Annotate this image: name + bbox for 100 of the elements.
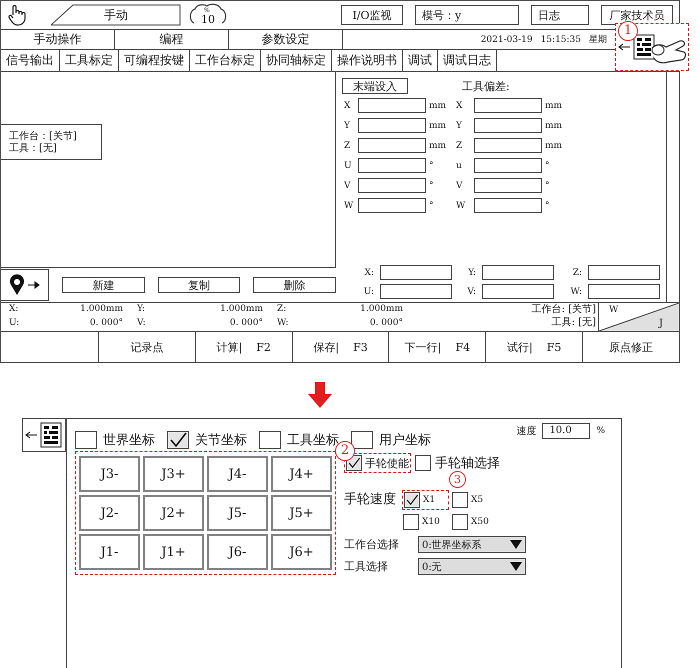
time-text: 15:15:35	[540, 34, 581, 44]
input-field[interactable]	[482, 265, 554, 280]
jog-button[interactable]: J2-	[79, 495, 140, 531]
jog-button[interactable]: J4-	[207, 456, 268, 492]
axis-label: U:	[9, 317, 20, 330]
unit-label: %	[596, 426, 605, 436]
checkbox[interactable]	[167, 431, 189, 449]
input-field[interactable]	[474, 118, 542, 133]
axis-label: V	[456, 180, 464, 190]
position-value: 1.000mm	[219, 303, 263, 316]
header-button[interactable]: I/O监视	[341, 5, 403, 25]
input-field[interactable]	[474, 98, 542, 113]
input-field[interactable]	[474, 178, 542, 193]
checkbox-label: 世界坐标	[103, 432, 155, 449]
input-field[interactable]	[358, 198, 426, 213]
checkbox-label: X1	[423, 495, 436, 505]
down-arrow-icon	[308, 382, 332, 408]
input-field[interactable]	[358, 178, 426, 193]
pin-arrow-icon	[8, 274, 42, 296]
axis-label: W	[456, 200, 466, 210]
input-field[interactable]	[474, 158, 542, 173]
checkbox-label: X5	[471, 495, 484, 505]
weekday-text: 星期	[589, 34, 607, 46]
input-field[interactable]	[588, 265, 660, 280]
callout-number: 3	[449, 471, 466, 488]
point-button[interactable]: 新建	[62, 276, 145, 292]
checkbox[interactable]	[75, 431, 97, 449]
input-field[interactable]	[380, 265, 452, 280]
unit-label: mm	[544, 100, 564, 110]
jog-button[interactable]: J3-	[79, 456, 140, 492]
input-field[interactable]	[474, 138, 542, 153]
position-value: 0. 000°	[88, 317, 123, 330]
input-field[interactable]	[482, 284, 554, 299]
axis-label: V:	[466, 286, 476, 296]
input-field[interactable]	[358, 118, 426, 133]
checkbox-label: 手轮轴选择	[435, 455, 500, 472]
input-field[interactable]	[358, 138, 426, 153]
axis-label: Z:	[572, 268, 582, 278]
date-text: 2021-03-19	[480, 34, 533, 44]
unit-label: mm	[428, 120, 448, 130]
input-field[interactable]	[474, 198, 542, 213]
unit-label: mm	[428, 140, 448, 150]
jog-button[interactable]: J5-	[207, 495, 268, 531]
dropdown[interactable]: 0:无	[418, 558, 526, 575]
position-value: 1.000mm	[79, 303, 123, 316]
position-value: 1.000mm	[359, 303, 403, 316]
frame-toggle[interactable]: W J	[599, 303, 679, 331]
speed-field[interactable]: 10.0	[542, 423, 590, 439]
jog-button[interactable]: J1+	[143, 534, 204, 570]
input-field[interactable]	[380, 284, 452, 299]
grid-button-icon	[618, 34, 656, 60]
input-field[interactable]	[358, 158, 426, 173]
header-button[interactable]: 模号：y	[415, 5, 519, 25]
point-button[interactable]: 复制	[158, 276, 240, 292]
jog-button[interactable]: J4+	[271, 456, 332, 492]
axis-label: X	[344, 100, 352, 110]
jog-button[interactable]: J5+	[271, 495, 332, 531]
mode-tab[interactable]: 手动	[51, 4, 181, 26]
checkbox-label: 用户坐标	[379, 432, 431, 449]
input-field[interactable]	[588, 284, 660, 299]
header-button[interactable]: 日志	[531, 5, 589, 25]
checkbox[interactable]	[403, 514, 419, 530]
checkbox[interactable]	[452, 492, 468, 508]
unit-label: °	[544, 180, 550, 190]
checkbox[interactable]	[415, 455, 431, 471]
speed-label: 速度	[516, 424, 536, 438]
header-button[interactable]: 厂家技术员	[601, 5, 673, 25]
checkbox[interactable]	[259, 431, 281, 449]
checkbox[interactable]	[351, 431, 373, 449]
unit-label: °	[544, 160, 550, 170]
location-button[interactable]	[1, 269, 50, 301]
position-info-text: 工具: [无]	[552, 316, 596, 329]
checkbox-label: 手轮使能	[365, 456, 409, 470]
axis-label: Y:	[467, 268, 476, 278]
axis-label: Y	[456, 120, 463, 130]
checkbox[interactable]	[404, 492, 420, 508]
point-button[interactable]: 删除	[253, 276, 336, 292]
jog-button[interactable]: J2+	[143, 495, 204, 531]
unit-label: mm	[544, 140, 564, 150]
checkbox[interactable]	[452, 514, 468, 530]
dropdown[interactable]: 0:世界坐标系	[418, 536, 526, 553]
unit-label: °	[428, 200, 434, 210]
jog-button[interactable]: J3+	[143, 456, 204, 492]
checkbox-label: X10	[422, 517, 441, 527]
axis-label: V:	[137, 317, 147, 330]
jog-button[interactable]: J6-	[207, 534, 268, 570]
axis-label: W:	[277, 317, 290, 330]
jog-button[interactable]: J6+	[271, 534, 332, 570]
axis-label: Y	[344, 120, 351, 130]
axis-label: X:	[364, 268, 374, 278]
input-field[interactable]	[358, 98, 426, 113]
axis-label: u	[456, 160, 463, 170]
end-set-button[interactable]: 末端设入	[342, 78, 408, 94]
back-button[interactable]	[22, 418, 66, 452]
unit-label: °	[428, 180, 434, 190]
axis-label: Z:	[277, 303, 288, 316]
jog-button[interactable]: J1-	[79, 534, 140, 570]
axis-label: W:	[569, 286, 582, 296]
position-value: 0. 000°	[368, 317, 403, 330]
info-text: 工作台：[关节]	[9, 131, 78, 143]
